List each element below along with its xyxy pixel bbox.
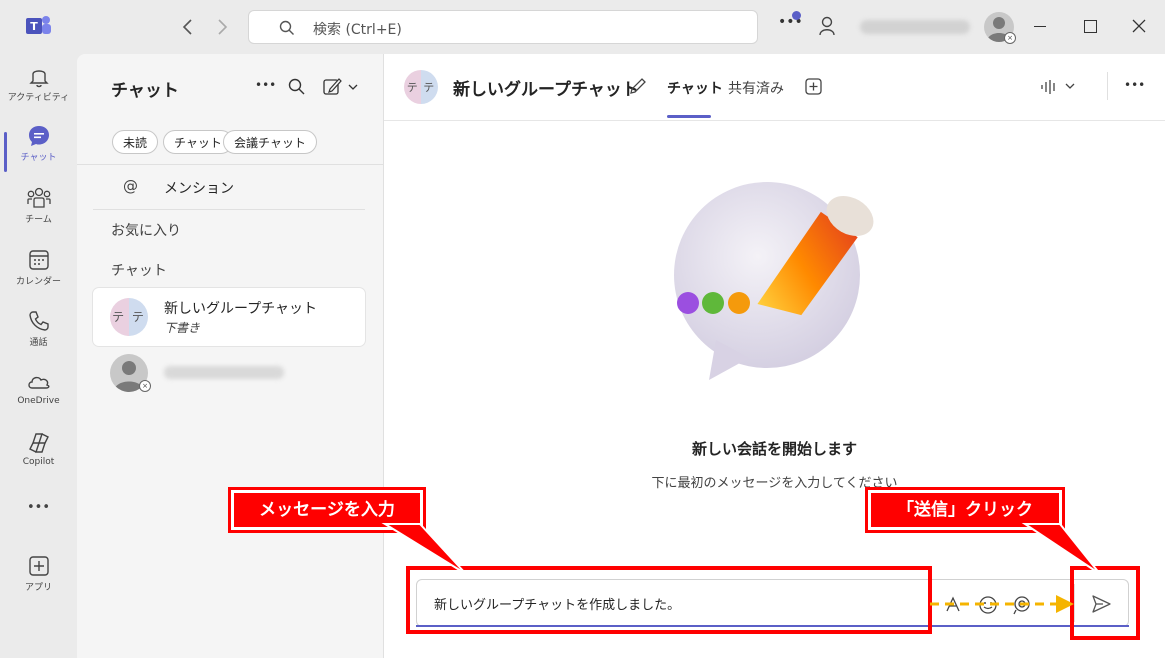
mention-item[interactable]: @ メンション — [93, 170, 365, 206]
divider — [93, 209, 365, 210]
calendar-icon — [28, 250, 49, 270]
group-avatar[interactable]: テ テ — [404, 70, 438, 104]
chat-icon — [28, 126, 49, 146]
notification-dot — [792, 11, 801, 20]
chat-list-item[interactable]: × — [93, 350, 365, 400]
teams-logo-icon: T — [26, 16, 51, 34]
chat-name: 新しいグループチャット — [164, 301, 318, 317]
filter-meeting-chat[interactable]: 会議チャット — [223, 130, 317, 154]
maximize-icon[interactable] — [1084, 20, 1097, 33]
tab-active-underline — [667, 115, 711, 118]
guide-arrow — [930, 595, 1074, 613]
rail-label: OneDrive — [17, 396, 60, 406]
edit-pencil-icon[interactable] — [628, 76, 648, 96]
empty-subtitle: 下に最初のメッセージを入力してください — [651, 476, 898, 491]
teams-icon — [26, 187, 51, 208]
tab-chat[interactable]: チャット — [667, 78, 723, 98]
bell-icon — [28, 70, 49, 88]
add-tab-icon[interactable] — [805, 78, 823, 96]
search-icon — [279, 20, 294, 35]
status-offline-icon: × — [1004, 32, 1016, 44]
chat-list-title: チャット — [111, 81, 179, 101]
svg-text:T: T — [30, 20, 38, 33]
rail-label: アプリ — [24, 583, 52, 593]
rail-copilot[interactable]: Copilot — [0, 431, 77, 491]
rail-label: カレンダー — [15, 277, 61, 287]
rail-onedrive[interactable]: OneDrive — [0, 370, 77, 430]
avatar-initials: テ テ — [112, 310, 146, 324]
back-arrow-icon[interactable] — [180, 18, 196, 36]
minimize-icon[interactable] — [1034, 26, 1046, 27]
title-bar: T 検索 (Ctrl+E) ••• × — [0, 0, 1165, 54]
input-highlight-box — [406, 566, 932, 634]
rail-label: チーム — [25, 215, 52, 225]
contact-name-blurred — [164, 366, 284, 379]
active-indicator — [4, 132, 7, 172]
rail-label: チャット — [20, 153, 57, 163]
rail-calendar[interactable]: カレンダー — [0, 248, 77, 308]
status-offline-icon: × — [139, 380, 151, 392]
callout-pointer — [1021, 523, 1101, 575]
more-apps-icon[interactable]: ••• — [0, 500, 77, 515]
audio-call-icon[interactable] — [1040, 78, 1080, 96]
rail-calls[interactable]: 通話 — [0, 309, 77, 369]
person-status-icon[interactable] — [818, 16, 838, 38]
tab-shared[interactable]: 共有済み — [728, 78, 784, 98]
more-options-icon[interactable]: ••• — [1124, 78, 1145, 92]
chat-preview: 下書き — [164, 321, 201, 335]
rail-activity[interactable]: アクティビティ — [0, 64, 77, 124]
chat-title: 新しいグループチャット — [453, 80, 639, 100]
more-options-icon[interactable]: ••• — [255, 78, 276, 92]
chat-list-pane: チャット ••• 未読 チャット 会議チャット @ メンション お気に入り チャ… — [77, 54, 384, 658]
rail-chat[interactable]: チャット — [0, 124, 77, 184]
divider — [77, 164, 383, 165]
chats-section[interactable]: チャット — [111, 260, 167, 280]
divider — [1107, 72, 1108, 100]
group-avatar: テ テ — [110, 298, 148, 336]
cloud-icon — [27, 376, 49, 389]
plus-square-icon — [28, 556, 49, 576]
search-placeholder: 検索 (Ctrl+E) — [313, 22, 402, 38]
close-icon[interactable] — [1132, 19, 1146, 33]
chat-list-item-selected[interactable]: テ テ 新しいグループチャット 下書き — [93, 288, 365, 346]
rail-label: Copilot — [22, 457, 55, 467]
rail-label: 通話 — [29, 338, 48, 348]
phone-icon — [28, 311, 49, 331]
callout-pointer — [381, 523, 467, 575]
avatar-initials: テ テ — [406, 81, 436, 94]
rail-teams[interactable]: チーム — [0, 186, 77, 246]
empty-title: 新しい会話を開始します — [691, 440, 857, 458]
mention-label: メンション — [164, 181, 234, 197]
rail-apps[interactable]: アプリ — [0, 554, 77, 614]
search-box[interactable]: 検索 (Ctrl+E) — [248, 10, 758, 44]
rail-label: アクティビティ — [7, 93, 70, 103]
search-icon[interactable] — [288, 78, 306, 96]
user-name-blurred — [860, 20, 970, 34]
new-chat-icon[interactable] — [323, 77, 361, 97]
app-rail: アクティビティ チャット チーム カレンダー 通話 OneDrive Copil… — [0, 54, 77, 658]
new-chat-illustration — [674, 182, 874, 380]
filter-unread[interactable]: 未読 — [112, 130, 159, 154]
at-icon: @ — [123, 177, 138, 195]
header-divider — [384, 120, 1165, 121]
copilot-icon — [28, 433, 49, 453]
favorites-section[interactable]: お気に入り — [111, 220, 181, 240]
forward-arrow-icon[interactable] — [214, 18, 230, 36]
